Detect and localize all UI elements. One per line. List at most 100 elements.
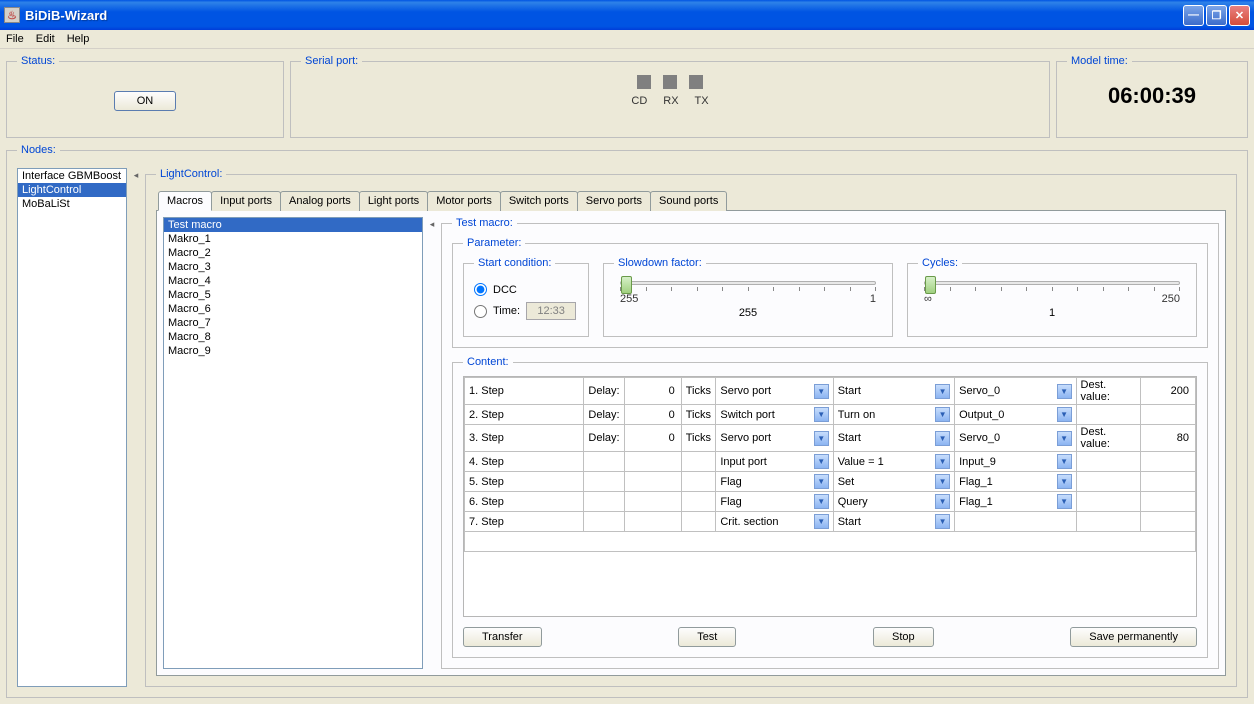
maximize-button[interactable]: ❐ (1206, 5, 1227, 26)
chevron-down-icon[interactable]: ▼ (935, 407, 950, 422)
step-cell[interactable]: 2. Step (465, 405, 584, 425)
table-row[interactable]: 5. Step Flag▼Set▼Flag_1▼ (465, 472, 1196, 492)
table-row-empty[interactable] (465, 532, 1196, 552)
tab-sound-ports[interactable]: Sound ports (650, 191, 727, 211)
tab-macros[interactable]: Macros (158, 191, 212, 211)
chevron-down-icon[interactable]: ▼ (935, 454, 950, 469)
chevron-down-icon[interactable]: ▼ (814, 514, 829, 529)
macro-item[interactable]: Macro_6 (164, 302, 422, 316)
port-cell[interactable]: Switch port▼ (716, 405, 833, 425)
target-cell[interactable]: Servo_0▼ (955, 378, 1076, 405)
macro-item[interactable]: Macro_9 (164, 344, 422, 358)
chevron-down-icon[interactable]: ▼ (814, 407, 829, 422)
delay-value-cell[interactable] (625, 492, 682, 512)
action-cell[interactable]: Start▼ (833, 425, 954, 452)
chevron-down-icon[interactable]: ▼ (1057, 474, 1072, 489)
macro-list[interactable]: Test macro Makro_1 Macro_2 Macro_3 Macro… (163, 217, 423, 669)
delay-value-cell[interactable] (625, 512, 682, 532)
chevron-down-icon[interactable]: ▼ (1057, 431, 1072, 446)
table-row[interactable]: 2. StepDelay:0TicksSwitch port▼Turn on▼O… (465, 405, 1196, 425)
chevron-down-icon[interactable]: ▼ (935, 514, 950, 529)
port-cell[interactable]: Input port▼ (716, 452, 833, 472)
dest-value-cell[interactable]: 80 (1141, 425, 1196, 452)
target-cell[interactable] (955, 512, 1076, 532)
action-cell[interactable]: Turn on▼ (833, 405, 954, 425)
tab-motor-ports[interactable]: Motor ports (427, 191, 501, 211)
macro-item[interactable]: Macro_8 (164, 330, 422, 344)
target-cell[interactable]: Flag_1▼ (955, 472, 1076, 492)
save-button[interactable]: Save permanently (1070, 627, 1197, 647)
delay-value-cell[interactable]: 0 (625, 378, 682, 405)
macro-item[interactable]: Macro_7 (164, 316, 422, 330)
dest-value-cell[interactable] (1141, 472, 1196, 492)
action-cell[interactable]: Start▼ (833, 378, 954, 405)
target-cell[interactable]: Servo_0▼ (955, 425, 1076, 452)
chevron-down-icon[interactable]: ▼ (814, 431, 829, 446)
dest-value-cell[interactable] (1141, 452, 1196, 472)
node-item[interactable]: MoBaLiSt (18, 197, 126, 211)
delay-value-cell[interactable]: 0 (625, 405, 682, 425)
dest-value-cell[interactable] (1141, 492, 1196, 512)
macro-item[interactable]: Macro_2 (164, 246, 422, 260)
port-cell[interactable]: Flag▼ (716, 472, 833, 492)
stop-button[interactable]: Stop (873, 627, 934, 647)
tab-analog-ports[interactable]: Analog ports (280, 191, 360, 211)
action-cell[interactable]: Value = 1▼ (833, 452, 954, 472)
node-item[interactable]: LightControl (18, 183, 126, 197)
macro-item[interactable]: Macro_4 (164, 274, 422, 288)
chevron-down-icon[interactable]: ▼ (814, 474, 829, 489)
port-cell[interactable]: Crit. section▼ (716, 512, 833, 532)
step-cell[interactable]: 4. Step (465, 452, 584, 472)
table-row[interactable]: 7. Step Crit. section▼Start▼ (465, 512, 1196, 532)
chevron-down-icon[interactable]: ▼ (935, 431, 950, 446)
step-cell[interactable]: 6. Step (465, 492, 584, 512)
cycles-slider[interactable] (924, 281, 1180, 285)
action-cell[interactable]: Set▼ (833, 472, 954, 492)
chevron-down-icon[interactable]: ▼ (814, 384, 829, 399)
action-cell[interactable]: Start▼ (833, 512, 954, 532)
delay-value-cell[interactable]: 0 (625, 425, 682, 452)
nodes-list[interactable]: Interface GBMBoost LightControl MoBaLiSt (17, 168, 127, 687)
dest-value-cell[interactable]: 200 (1141, 378, 1196, 405)
tab-servo-ports[interactable]: Servo ports (577, 191, 651, 211)
step-cell[interactable]: 5. Step (465, 472, 584, 492)
chevron-down-icon[interactable]: ▼ (1057, 407, 1072, 422)
target-cell[interactable]: Flag_1▼ (955, 492, 1076, 512)
table-row[interactable]: 4. Step Input port▼Value = 1▼Input_9▼ (465, 452, 1196, 472)
step-cell[interactable]: 3. Step (465, 425, 584, 452)
transfer-button[interactable]: Transfer (463, 627, 542, 647)
step-cell[interactable]: 7. Step (465, 512, 584, 532)
step-cell[interactable]: 1. Step (465, 378, 584, 405)
delay-value-cell[interactable] (625, 452, 682, 472)
macro-item[interactable]: Macro_3 (164, 260, 422, 274)
chevron-down-icon[interactable]: ▼ (935, 384, 950, 399)
steps-table[interactable]: 1. StepDelay:0TicksServo port▼Start▼Serv… (463, 376, 1197, 617)
menu-edit[interactable]: Edit (36, 33, 55, 45)
chevron-down-icon[interactable]: ▼ (1057, 454, 1072, 469)
dest-value-cell[interactable] (1141, 512, 1196, 532)
chevron-down-icon[interactable]: ▼ (935, 494, 950, 509)
tab-switch-ports[interactable]: Switch ports (500, 191, 578, 211)
menu-file[interactable]: File (6, 33, 24, 45)
macro-item[interactable]: Macro_5 (164, 288, 422, 302)
test-button[interactable]: Test (678, 627, 736, 647)
table-row[interactable]: 1. StepDelay:0TicksServo port▼Start▼Serv… (465, 378, 1196, 405)
macro-item[interactable]: Makro_1 (164, 232, 422, 246)
dest-value-cell[interactable] (1141, 405, 1196, 425)
minimize-button[interactable]: — (1183, 5, 1204, 26)
chevron-down-icon[interactable]: ▼ (814, 494, 829, 509)
status-on-button[interactable]: ON (114, 91, 177, 111)
chevron-down-icon[interactable]: ▼ (1057, 384, 1072, 399)
dcc-radio[interactable] (474, 283, 487, 296)
time-input[interactable] (526, 302, 576, 320)
slowdown-slider[interactable] (620, 281, 876, 285)
menu-help[interactable]: Help (67, 33, 90, 45)
close-button[interactable]: ✕ (1229, 5, 1250, 26)
port-cell[interactable]: Flag▼ (716, 492, 833, 512)
chevron-down-icon[interactable]: ▼ (935, 474, 950, 489)
time-radio[interactable] (474, 305, 487, 318)
target-cell[interactable]: Output_0▼ (955, 405, 1076, 425)
macro-splitter[interactable]: ◂ (429, 217, 435, 669)
table-row[interactable]: 3. StepDelay:0TicksServo port▼Start▼Serv… (465, 425, 1196, 452)
target-cell[interactable]: Input_9▼ (955, 452, 1076, 472)
